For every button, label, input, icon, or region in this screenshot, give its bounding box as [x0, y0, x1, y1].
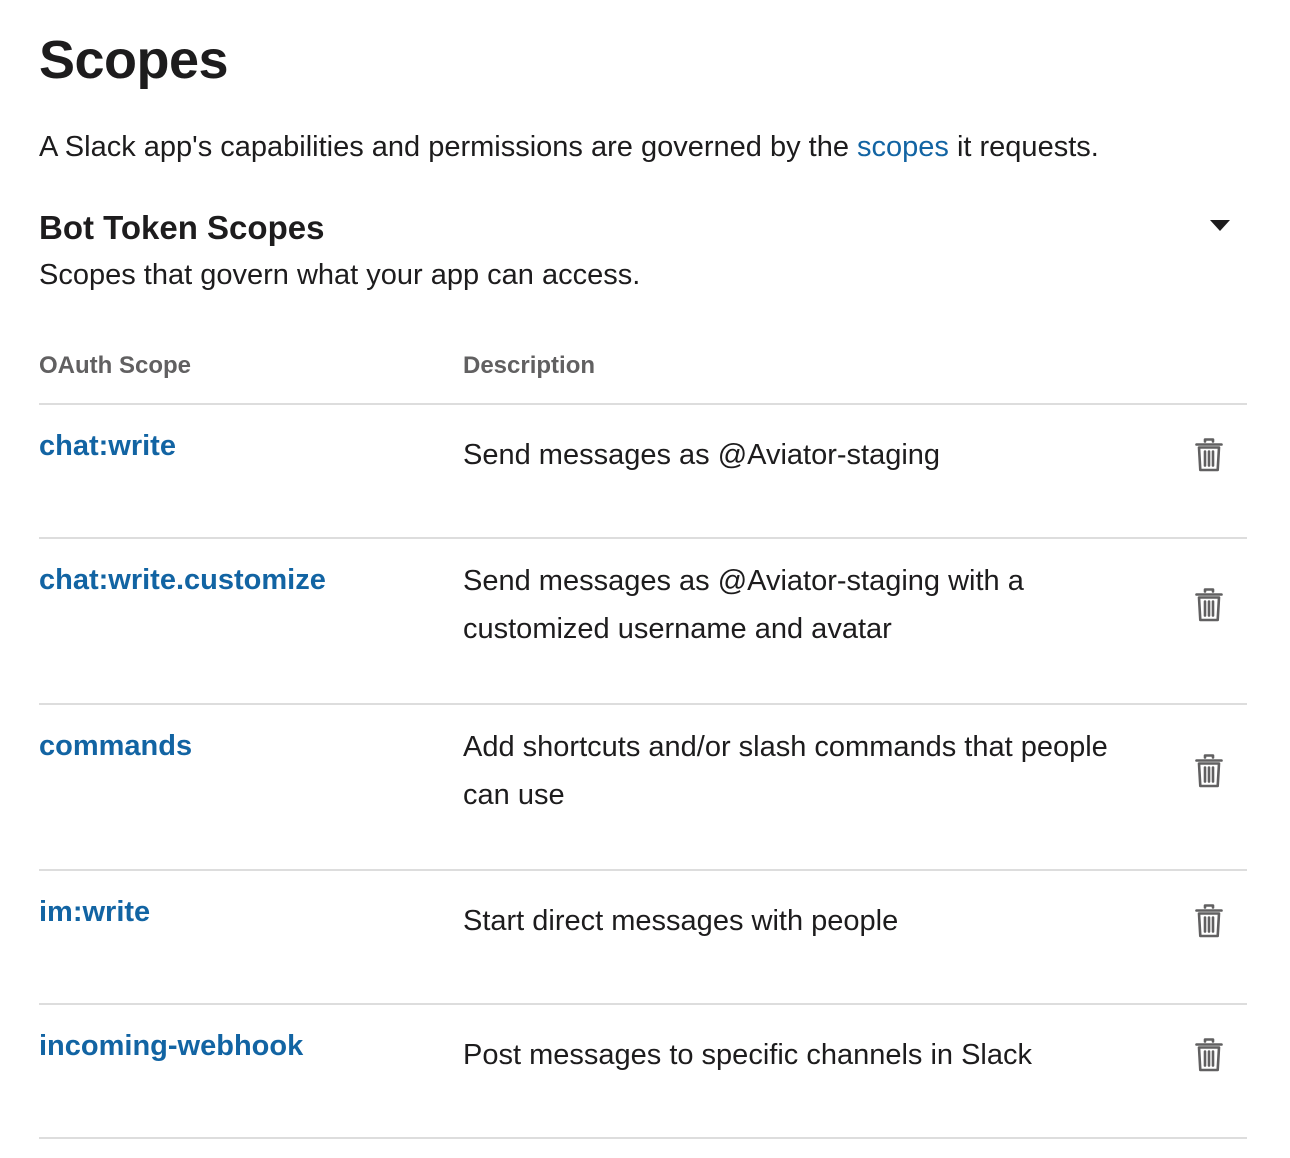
table-row: chat:write Send messages as @Aviator-sta…: [39, 405, 1247, 539]
trash-icon: [1195, 438, 1223, 472]
section-collapse-toggle[interactable]: [1205, 212, 1235, 238]
intro-text-before: A Slack app's capabilities and permissio…: [39, 131, 858, 163]
bot-token-scopes-title: Bot Token Scopes: [39, 209, 325, 246]
table-row: incoming-webhook Post messages to specif…: [39, 1005, 1247, 1139]
scope-description: Start direct messages with people: [463, 905, 899, 937]
table-row: chat:write.customize Send messages as @A…: [39, 539, 1247, 705]
trash-icon: [1195, 1038, 1223, 1072]
scope-link[interactable]: im:write: [39, 893, 150, 931]
scopes-link[interactable]: scopes: [857, 131, 949, 163]
trash-icon: [1195, 904, 1223, 938]
column-header-oauth-scope: OAuth Scope: [39, 352, 192, 379]
scope-link[interactable]: commands: [39, 727, 192, 765]
caret-down-icon: [1210, 219, 1230, 231]
scope-link[interactable]: chat:write: [39, 427, 176, 465]
remove-scope-button[interactable]: [1191, 1035, 1227, 1075]
scope-description: Send messages as @Aviator-staging with a…: [463, 565, 1024, 645]
column-header-description: Description: [463, 352, 596, 379]
intro-text: A Slack app's capabilities and permissio…: [39, 128, 1099, 166]
bot-token-scopes-subtitle: Scopes that govern what your app can acc…: [39, 259, 641, 291]
remove-scope-button[interactable]: [1191, 751, 1227, 791]
table-row: commands Add shortcuts and/or slash comm…: [39, 705, 1247, 871]
table-row: im:write Start direct messages with peop…: [39, 871, 1247, 1005]
scope-link[interactable]: chat:write.customize: [39, 561, 326, 599]
intro-text-after: it requests.: [948, 131, 1099, 163]
scope-description: Post messages to specific channels in Sl…: [463, 1039, 1032, 1071]
trash-icon: [1195, 588, 1223, 622]
trash-icon: [1195, 754, 1223, 788]
remove-scope-button[interactable]: [1191, 901, 1227, 941]
scope-description: Send messages as @Aviator-staging: [463, 439, 941, 471]
remove-scope-button[interactable]: [1191, 585, 1227, 625]
table-header: OAuth Scope Description: [39, 340, 1247, 405]
scopes-table: OAuth Scope Description chat:write Send …: [39, 340, 1247, 1139]
page-title: Scopes: [39, 30, 229, 90]
remove-scope-button[interactable]: [1191, 435, 1227, 475]
scope-description: Add shortcuts and/or slash commands that…: [463, 731, 1108, 811]
scope-link[interactable]: incoming-webhook: [39, 1027, 303, 1065]
